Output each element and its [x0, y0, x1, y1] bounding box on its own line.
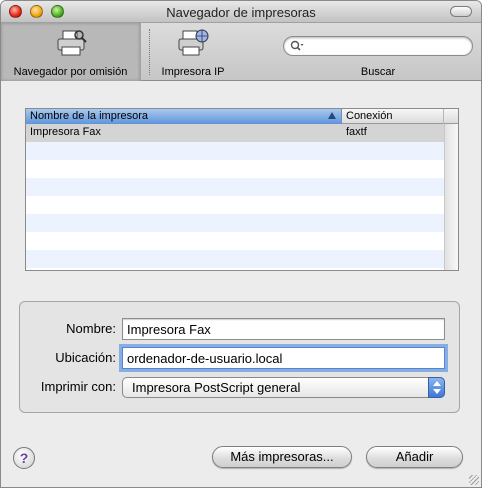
column-header-label: Nombre de la impresora [30, 110, 148, 122]
empty-row [26, 160, 444, 178]
network-printer-icon [178, 29, 209, 56]
empty-row [26, 232, 444, 250]
printer-list-table[interactable]: Nombre de la impresora Conexión Impresor… [25, 108, 459, 271]
add-button[interactable]: Añadir [366, 446, 463, 468]
printer-icon [57, 30, 87, 56]
more-printers-button[interactable]: Más impresoras... [212, 446, 352, 468]
search-icon [290, 40, 304, 51]
toolbar-item-label: Impresora IP [161, 66, 225, 78]
column-header-printer-name[interactable]: Nombre de la impresora [26, 109, 342, 124]
print-with-label: Imprimir con: [40, 379, 116, 394]
search-label: Buscar [360, 66, 396, 78]
table-body: Impresora Fax faxtf [26, 124, 444, 268]
printer-details-box: Nombre: Ubicación: Imprimir con: Impreso… [19, 301, 460, 413]
column-header-label: Conexión [346, 110, 393, 122]
connection-cell: faxtf [346, 126, 367, 138]
location-label: Ubicación: [55, 350, 116, 365]
printer-name-cell: Impresora Fax [30, 126, 101, 138]
toolbar-separator [149, 29, 150, 75]
table-header: Nombre de la impresora Conexión [26, 109, 458, 124]
empty-row [26, 142, 444, 160]
resize-grip[interactable] [469, 475, 479, 485]
print-with-value: Impresora PostScript general [132, 380, 301, 395]
location-field[interactable] [122, 347, 445, 369]
name-field[interactable] [122, 318, 445, 340]
help-button[interactable]: ? [13, 447, 35, 469]
sort-ascending-icon [328, 112, 336, 119]
toolbar: Navegador por omisión Impresora IP Busca… [1, 23, 481, 81]
column-header-connection[interactable]: Conexión [342, 109, 444, 124]
empty-row [26, 250, 444, 268]
vertical-scrollbar[interactable] [444, 124, 458, 270]
popup-arrows-icon [428, 377, 445, 398]
window-title: Navegador de impresoras [166, 5, 316, 20]
empty-row [26, 196, 444, 214]
name-label: Nombre: [66, 321, 116, 336]
search-label-area: Buscar [331, 23, 425, 81]
print-with-popup[interactable]: Impresora PostScript general [122, 377, 445, 398]
printer-browser-window: Navegador de impresoras Navegador por om… [0, 0, 482, 488]
empty-row [26, 214, 444, 232]
toolbar-item-default-browser[interactable]: Navegador por omisión [1, 23, 141, 81]
empty-row [26, 178, 444, 196]
table-row[interactable]: Impresora Fax faxtf [26, 124, 444, 142]
toolbar-item-label: Navegador por omisión [13, 66, 128, 78]
title-bar[interactable]: Navegador de impresoras [1, 1, 481, 23]
toolbar-toggle-button[interactable] [450, 6, 472, 17]
toolbar-item-ip-printer[interactable]: Impresora IP [153, 23, 233, 81]
